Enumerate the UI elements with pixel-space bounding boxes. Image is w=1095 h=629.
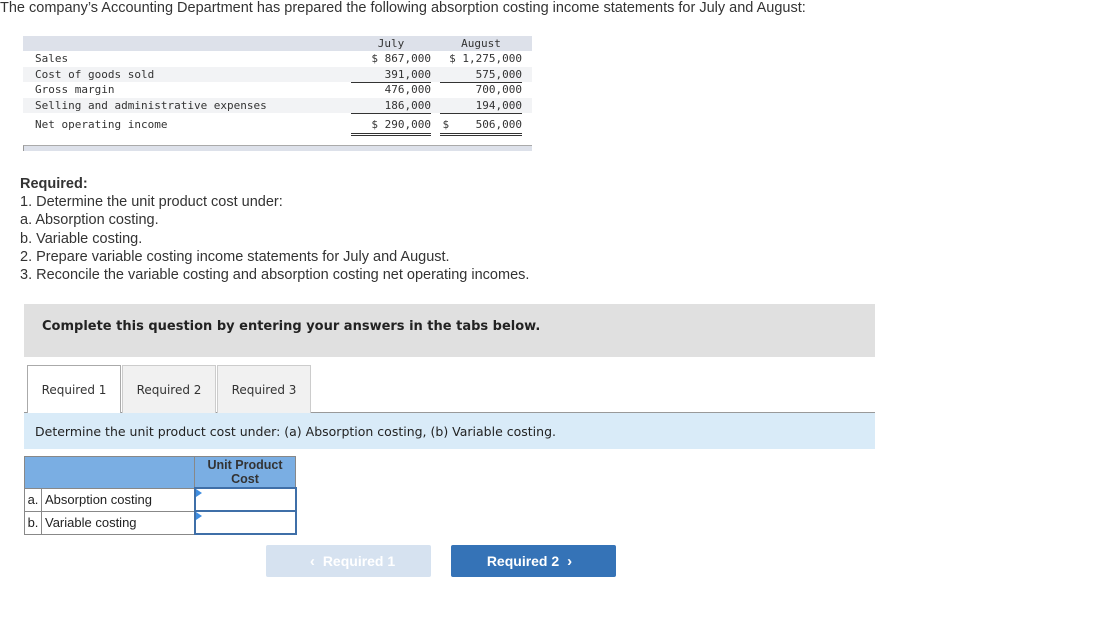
- row-letter: b.: [24, 510, 42, 535]
- row-label: Selling and administrative expenses: [35, 98, 267, 112]
- tab-required-2[interactable]: Required 2: [122, 365, 216, 413]
- input-marker-icon: [195, 512, 202, 520]
- variable-cost-cell[interactable]: [193, 510, 297, 535]
- column-july: July: [377, 37, 405, 50]
- unit-product-cost-header: Unit Product Cost: [194, 456, 296, 489]
- answer-row: b. Variable costing: [24, 510, 297, 535]
- statement-row: Cost of goods sold 391,000 575,000: [23, 66, 532, 83]
- absorption-cost-cell[interactable]: [193, 487, 297, 512]
- required-item: 3. Reconcile the variable costing and ab…: [20, 267, 530, 284]
- row-letter: a.: [24, 487, 42, 512]
- prev-button-label: Required 1: [322, 553, 396, 569]
- statement-row: Net operating income $ 290,000 $ 506,000: [23, 117, 532, 136]
- required-item: a. Absorption costing.: [20, 212, 159, 229]
- answer-row: a. Absorption costing: [24, 487, 297, 512]
- tab-required-3[interactable]: Required 3: [217, 365, 311, 413]
- row-label: Sales: [35, 52, 69, 65]
- variable-cost-input[interactable]: [195, 513, 295, 532]
- row-label: Variable costing: [41, 510, 195, 535]
- statement-footer-bar: [23, 144, 532, 151]
- prev-button[interactable]: ‹ Required 1: [266, 545, 431, 577]
- statement-row: Gross margin 476,000 700,000: [23, 82, 532, 98]
- statement-row: Sales $ 867,000 $ 1,275,000: [23, 51, 532, 67]
- august-value: $ 1,275,000: [449, 52, 522, 65]
- july-value: 391,000: [351, 67, 431, 83]
- august-value: 575,000: [440, 67, 522, 83]
- tab-bar: Required 1 Required 2 Required 3: [24, 365, 875, 414]
- july-value: 186,000: [351, 98, 431, 114]
- column-august: August: [461, 37, 501, 50]
- header-blank: [24, 456, 195, 489]
- required-section: Required: 1. Determine the unit product …: [20, 175, 529, 284]
- required-title: Required:: [20, 176, 88, 192]
- answer-table: Unit Product Cost a. Absorption costing …: [24, 456, 297, 535]
- statement-row: Selling and administrative expenses 186,…: [23, 97, 532, 114]
- next-button[interactable]: Required 2 ›: [451, 545, 616, 577]
- absorption-cost-input[interactable]: [195, 490, 295, 509]
- row-label: Absorption costing: [41, 487, 195, 512]
- july-value: 476,000: [384, 83, 431, 96]
- chevron-right-icon: ›: [567, 553, 573, 570]
- row-label: Gross margin: [35, 83, 115, 96]
- answer-table-header: Unit Product Cost: [24, 456, 296, 489]
- chevron-left-icon: ‹: [309, 553, 315, 570]
- row-label: Cost of goods sold: [35, 67, 155, 81]
- input-marker-icon: [195, 489, 202, 497]
- required-item: 2. Prepare variable costing income state…: [20, 248, 450, 265]
- august-value: $ 506,000: [440, 117, 522, 136]
- required-item: 1. Determine the unit product cost under…: [20, 194, 283, 211]
- tab-required-1[interactable]: Required 1: [27, 365, 121, 414]
- required-item: b. Variable costing.: [20, 230, 143, 247]
- tab-instruction: Determine the unit product cost under: (…: [24, 413, 875, 449]
- july-value: $ 290,000: [351, 117, 431, 136]
- intro-text: The company’s Accounting Department has …: [0, 0, 806, 16]
- july-value: $ 867,000: [371, 52, 431, 65]
- august-value: 194,000: [440, 98, 522, 114]
- next-button-label: Required 2: [486, 553, 560, 569]
- row-label: Net operating income: [35, 118, 168, 131]
- instructions-banner: Complete this question by entering your …: [24, 304, 875, 357]
- august-value: 700,000: [475, 83, 522, 96]
- income-statement: July August Sales $ 867,000 $ 1,275,000 …: [23, 36, 532, 151]
- statement-header: July August: [23, 36, 532, 51]
